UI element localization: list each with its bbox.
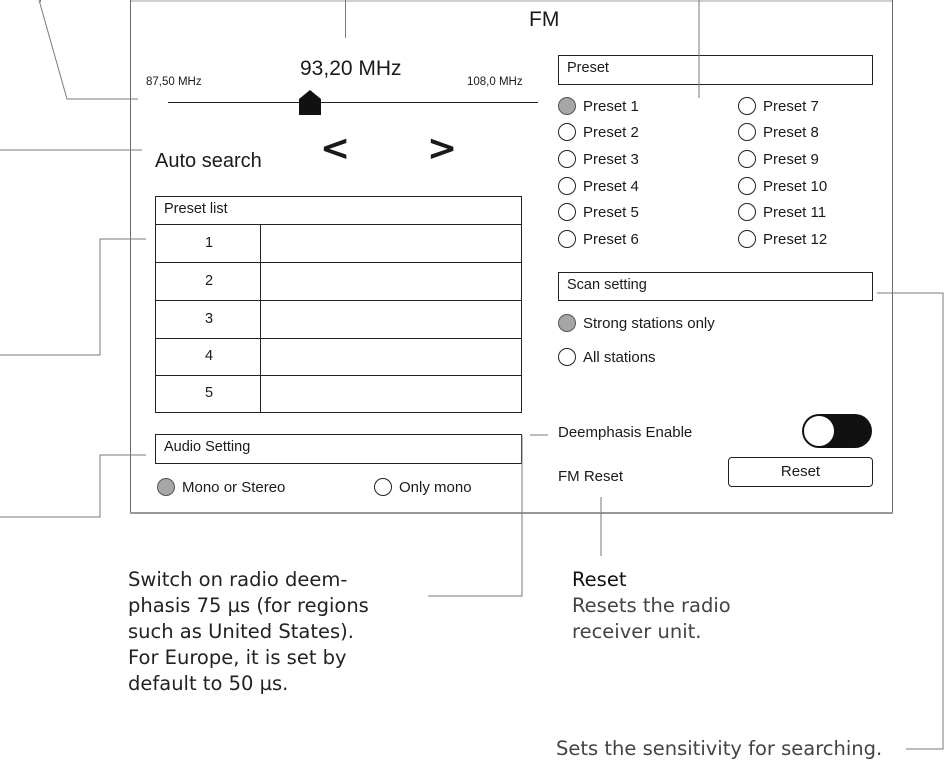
caption-line: such as United States). bbox=[128, 620, 354, 643]
caption-line: receiver unit. bbox=[572, 620, 702, 643]
scan-caption: Sets the sensitivity for searching. bbox=[556, 737, 883, 760]
deemphasis-caption: Switch on radio deem- phasis 75 µs (for … bbox=[128, 567, 369, 697]
caption-line: phasis 75 µs (for regions bbox=[128, 594, 369, 617]
reset-caption: Reset Resets the radio receiver unit. bbox=[572, 567, 731, 645]
caption-title: Reset bbox=[572, 568, 627, 591]
caption-line: Switch on radio deem- bbox=[128, 568, 348, 591]
caption-line: Resets the radio bbox=[572, 594, 731, 617]
caption-line: For Europe, it is set by bbox=[128, 646, 347, 669]
caption-line: default to 50 µs. bbox=[128, 672, 289, 695]
